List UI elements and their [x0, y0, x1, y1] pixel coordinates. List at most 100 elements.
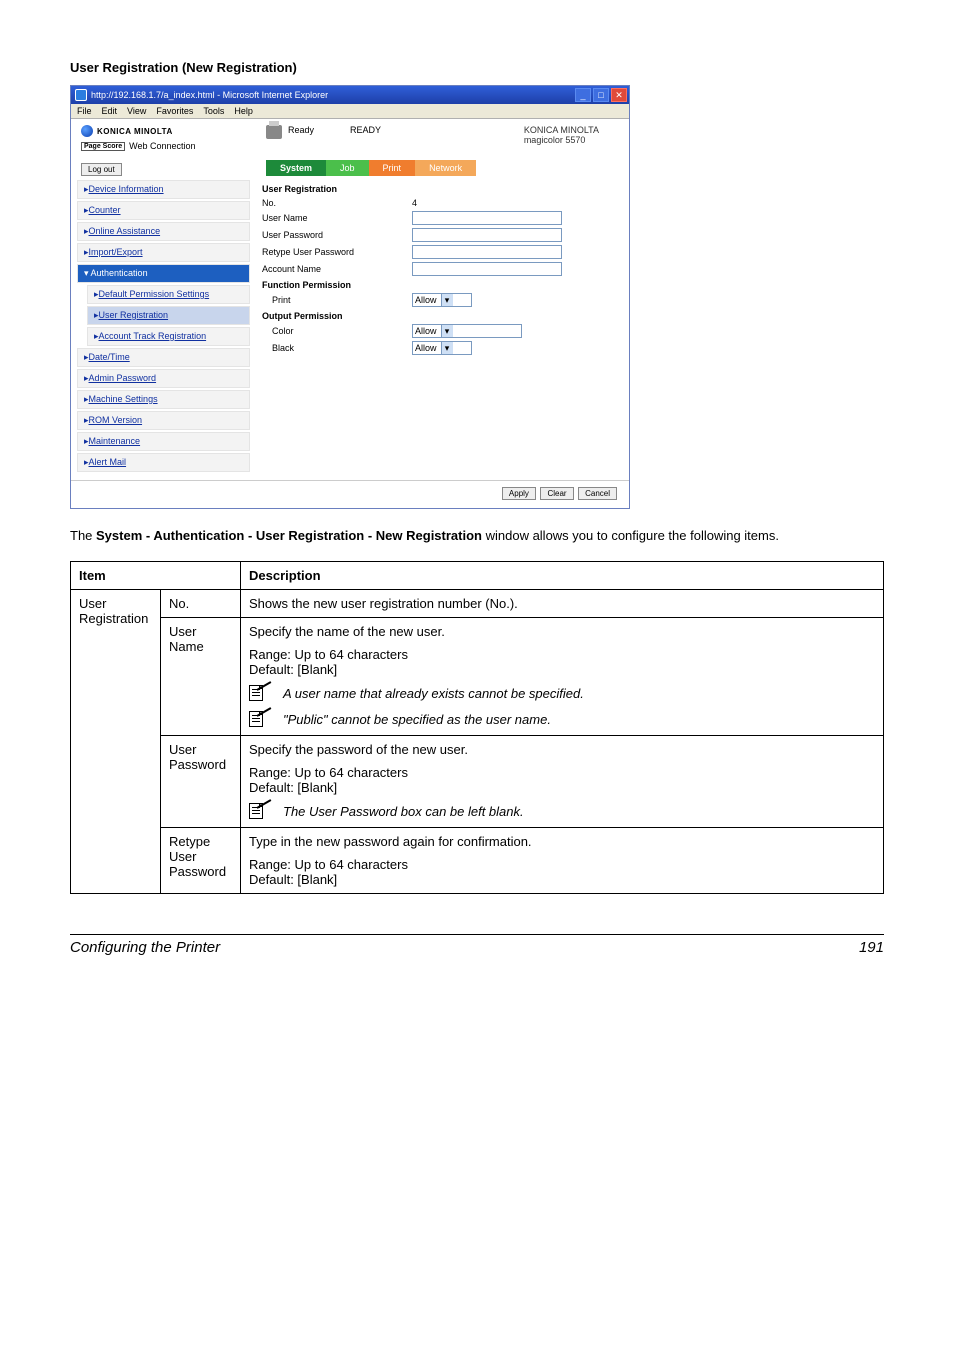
cell-retype-label: Retype User Password: [161, 827, 241, 893]
intro-paragraph: The System - Authentication - User Regis…: [70, 527, 884, 545]
menu-view[interactable]: View: [127, 106, 146, 116]
brand-sub-text: Web Connection: [129, 141, 195, 151]
ie-icon: [75, 89, 87, 101]
para-bold: System - Authentication - User Registrat…: [96, 528, 482, 543]
brand-main-text: KONICA MINOLTA: [97, 127, 173, 136]
sidebar-item-counter[interactable]: Counter: [77, 201, 250, 220]
userpass-default: Default: [Blank]: [249, 780, 875, 795]
chevron-down-icon: ▾: [441, 342, 453, 354]
value-no: 4: [412, 198, 417, 208]
sidebar-item-authentication[interactable]: Authentication: [77, 264, 250, 283]
menu-favorites[interactable]: Favorites: [156, 106, 193, 116]
sidebar-item-import-export[interactable]: Import/Export: [77, 243, 250, 262]
username-note2: "Public" cannot be specified as the user…: [283, 711, 551, 729]
cell-userpass-label: User Password: [161, 735, 241, 827]
userpass-range: Range: Up to 64 characters: [249, 765, 875, 780]
window-title: http://192.168.1.7/a_index.html - Micros…: [91, 90, 573, 100]
apply-button[interactable]: Apply: [502, 487, 536, 500]
tab-print[interactable]: Print: [369, 160, 416, 176]
browser-menubar: File Edit View Favorites Tools Help: [71, 104, 629, 119]
cell-username-desc: Specify the name of the new user. Range:…: [241, 617, 884, 735]
maximize-button[interactable]: □: [593, 88, 609, 102]
chevron-down-icon: ▾: [441, 294, 453, 306]
sidebar-item-date-time[interactable]: Date/Time: [77, 348, 250, 367]
note-icon: [249, 711, 275, 729]
menu-file[interactable]: File: [77, 106, 92, 116]
username-range: Range: Up to 64 characters: [249, 647, 875, 662]
menu-edit[interactable]: Edit: [102, 106, 118, 116]
brand-sub: Page Score Web Connection: [81, 141, 256, 151]
close-button[interactable]: ✕: [611, 88, 627, 102]
sidebar-item-account-track-registration[interactable]: Account Track Registration: [87, 327, 250, 346]
input-username[interactable]: [412, 211, 562, 225]
label-print: Print: [262, 295, 412, 305]
cell-group-label: User Registration: [71, 589, 161, 893]
menu-help[interactable]: Help: [234, 106, 253, 116]
app-header: KONICA MINOLTA Page Score Web Connection…: [71, 119, 629, 159]
sidebar-item-alert-mail[interactable]: Alert Mail: [77, 453, 250, 472]
cancel-button[interactable]: Cancel: [578, 487, 617, 500]
label-no: No.: [262, 198, 412, 208]
main-panel: User Registration No. 4 User Name User P…: [256, 180, 629, 480]
sidebar-item-admin-password[interactable]: Admin Password: [77, 369, 250, 388]
input-account[interactable]: [412, 262, 562, 276]
label-black: Black: [262, 343, 412, 353]
select-black[interactable]: Allow ▾: [412, 341, 472, 355]
footer-pagenum: 191: [859, 939, 884, 956]
brand-logo: KONICA MINOLTA: [81, 125, 256, 137]
select-color-value: Allow: [415, 326, 437, 336]
userpass-note1: The User Password box can be left blank.: [283, 803, 524, 821]
select-print[interactable]: Allow ▾: [412, 293, 472, 307]
table-header-item: Item: [71, 561, 241, 589]
note-icon: [249, 803, 275, 821]
section-heading: User Registration (New Registration): [70, 60, 884, 75]
note-icon: [249, 685, 275, 703]
tab-bar: System Job Print Network: [71, 160, 629, 176]
chevron-down-icon: ▾: [441, 325, 453, 337]
select-color[interactable]: Allow ▾: [412, 324, 522, 338]
sidebar-item-user-registration[interactable]: User Registration: [87, 306, 250, 325]
pagescore-icon: Page Score: [81, 142, 125, 151]
username-note1: A user name that already exists cannot b…: [283, 685, 584, 703]
select-black-value: Allow: [415, 343, 437, 353]
tab-network[interactable]: Network: [415, 160, 476, 176]
browser-window: http://192.168.1.7/a_index.html - Micros…: [70, 85, 630, 509]
right-brand: KONICA MINOLTA magicolor 5570: [524, 125, 619, 145]
logout-button[interactable]: Log out: [81, 163, 122, 176]
menu-tools[interactable]: Tools: [203, 106, 224, 116]
cell-username-label: User Name: [161, 617, 241, 735]
sidebar-item-online-assistance[interactable]: Online Assistance: [77, 222, 250, 241]
label-username: User Name: [262, 213, 412, 223]
sidebar-item-rom-version[interactable]: ROM Version: [77, 411, 250, 430]
input-userpassword[interactable]: [412, 228, 562, 242]
label-output-permission: Output Permission: [262, 311, 619, 321]
table-header-description: Description: [241, 561, 884, 589]
label-function-permission: Function Permission: [262, 280, 619, 290]
brand-dot-icon: [81, 125, 93, 137]
minimize-button[interactable]: _: [575, 88, 591, 102]
tab-system[interactable]: System: [266, 160, 326, 176]
description-table: Item Description User Registration No. S…: [70, 561, 884, 894]
cell-retype-desc: Type in the new password again for confi…: [241, 827, 884, 893]
input-retype[interactable]: [412, 245, 562, 259]
label-account: Account Name: [262, 264, 412, 274]
printer-icon: [266, 125, 282, 139]
select-print-value: Allow: [415, 295, 437, 305]
window-titlebar: http://192.168.1.7/a_index.html - Micros…: [71, 86, 629, 104]
sidebar: Device Information Counter Online Assist…: [71, 180, 256, 480]
tab-job[interactable]: Job: [326, 160, 369, 176]
ready-label: Ready: [288, 125, 314, 135]
para-prefix: The: [70, 528, 96, 543]
sidebar-item-maintenance[interactable]: Maintenance: [77, 432, 250, 451]
sidebar-item-machine-settings[interactable]: Machine Settings: [77, 390, 250, 409]
right-brand-line1: KONICA MINOLTA: [524, 125, 599, 135]
sidebar-item-default-permission-settings[interactable]: Default Permission Settings: [87, 285, 250, 304]
cell-no-label: No.: [161, 589, 241, 617]
right-brand-line2: magicolor 5570: [524, 135, 599, 145]
retype-default: Default: [Blank]: [249, 872, 875, 887]
page-footer: Configuring the Printer 191: [70, 934, 884, 956]
cell-userpass-desc: Specify the password of the new user. Ra…: [241, 735, 884, 827]
sidebar-item-device-information[interactable]: Device Information: [77, 180, 250, 199]
panel-title: User Registration: [262, 184, 619, 194]
clear-button[interactable]: Clear: [540, 487, 573, 500]
